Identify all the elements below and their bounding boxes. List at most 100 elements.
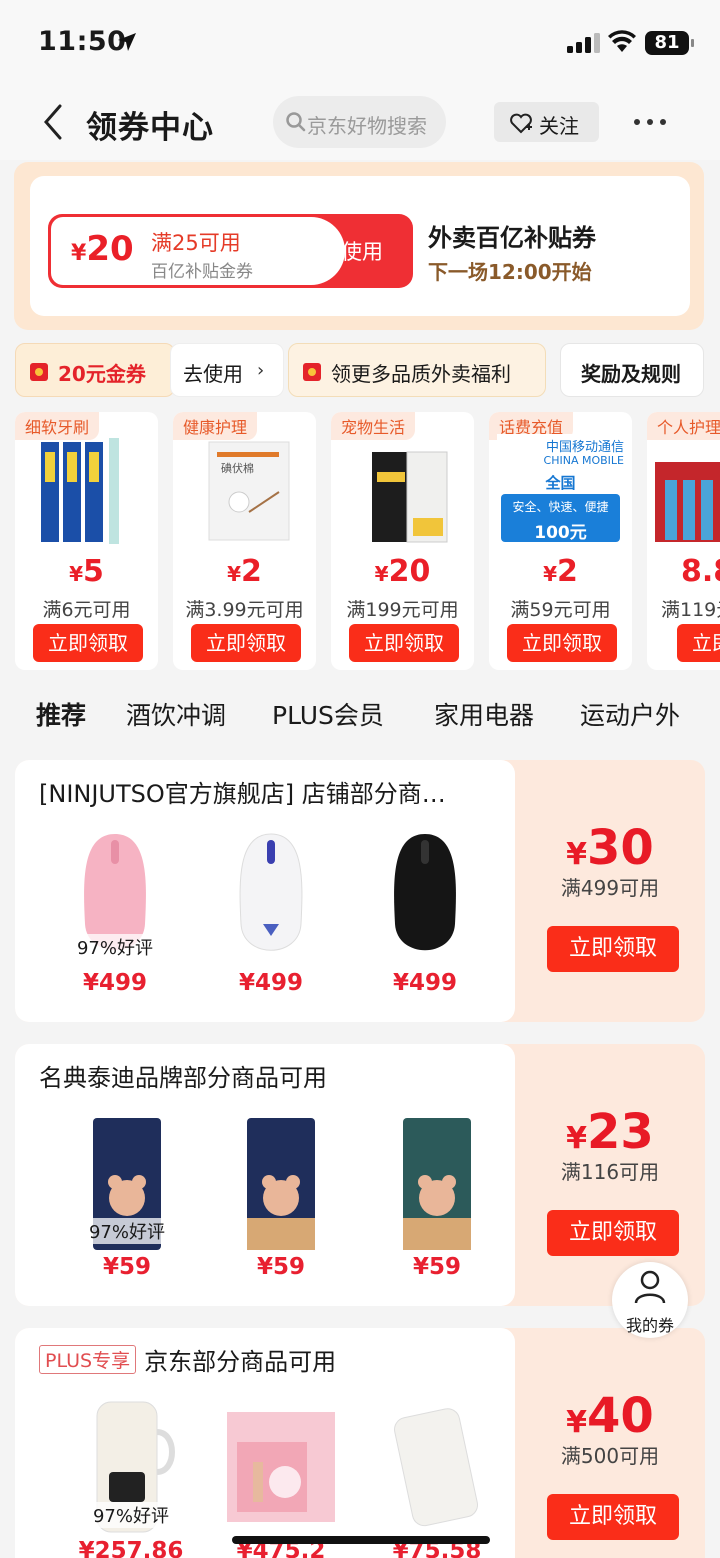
gold-coupon-pill[interactable]: 20元金券 <box>15 343 175 397</box>
coupon-condition: 满6元可用 <box>42 599 131 621</box>
use-label: 去使用 <box>183 362 243 386</box>
shop-name: [NINJUTSO官方旗舰店] 店铺部分商… <box>39 780 446 808</box>
plus-exclusive-badge: PLUS专享 <box>39 1345 137 1374</box>
black-mouse-image <box>394 834 456 951</box>
search-icon <box>286 112 306 132</box>
product-price: ¥499 <box>392 970 457 996</box>
claim-button[interactable]: 立即领取 <box>547 1210 679 1256</box>
tab-appliances[interactable]: 家用电器 <box>434 696 534 732</box>
shop-coupon-card[interactable]: PLUS专享 京东部分商品可用 97%好评 ¥257.86 ¥475.2 ¥75.… <box>15 1328 705 1558</box>
more-menu-icon[interactable] <box>630 110 670 134</box>
shop-coupon-card[interactable]: 名典泰迪品牌部分商品可用 97%好评 ¥59 ¥59 ¥59 ¥23 满116可… <box>15 1044 705 1306</box>
toothpaste-product-image <box>655 462 720 542</box>
banner-title: 外卖百亿补贴券 <box>428 224 596 252</box>
coupon-amount: ¥40 <box>566 1388 654 1444</box>
shop-name: 名典泰迪品牌部分商品可用 <box>39 1064 327 1092</box>
product-item[interactable]: ¥59 <box>221 1108 341 1294</box>
heart-plus-icon <box>510 113 532 134</box>
follow-button[interactable]: 关注 <box>494 102 599 142</box>
product-item[interactable]: ¥75.58 <box>377 1392 497 1558</box>
more-welfare-label: 领更多品质外卖福利 <box>331 362 511 386</box>
coupon-amount: ¥23 <box>566 1104 654 1160</box>
search-box[interactable]: 京东好物搜索 <box>273 96 446 148</box>
coupon-use-button[interactable]: 去使用 <box>320 236 383 266</box>
tab-plus-member[interactable]: PLUS会员 <box>272 696 384 732</box>
pet-food-product-image <box>372 451 448 543</box>
cellular-signal-icon <box>567 33 600 53</box>
coupon-condition: 满199元可用 <box>346 599 459 621</box>
my-coupons-label: 我的券 <box>625 1316 674 1335</box>
power-bank-image <box>394 1408 479 1527</box>
coupon-amount: ¥2 <box>227 554 262 589</box>
red-packet-icon <box>303 363 321 381</box>
home-indicator[interactable] <box>232 1536 490 1544</box>
china-mobile-logo-en: CHINA MOBILE <box>543 454 624 467</box>
status-time: 11:50 <box>38 26 127 57</box>
product-item[interactable]: ¥499 <box>211 824 331 1010</box>
product-item[interactable]: ¥499 <box>365 824 485 1010</box>
rules-button[interactable]: 奖励及规则 <box>560 343 704 397</box>
battery-indicator: 81 <box>645 31 694 55</box>
white-mouse-image <box>239 833 303 951</box>
mini-coupon-card[interactable]: 个人护理 8.8 满119元可用 立即领取 <box>647 412 720 670</box>
product-item[interactable]: 97%好评 ¥499 <box>55 824 175 1010</box>
tab-recommend[interactable]: 推荐 <box>36 696 86 732</box>
user-icon <box>634 1270 666 1304</box>
use-coupon-pill[interactable]: 去使用 › <box>170 343 284 397</box>
cosmetic-gift-box-image <box>227 1412 335 1522</box>
product-item[interactable]: 97%好评 ¥257.86 <box>71 1392 191 1558</box>
product-price: ¥59 <box>102 1254 151 1280</box>
rating: 97%好评 <box>67 1218 187 1244</box>
location-arrow-icon <box>118 33 136 51</box>
product-item[interactable]: 97%好评 ¥59 <box>67 1108 187 1294</box>
coupon-amount: ¥5 <box>69 554 104 589</box>
product-item[interactable]: ¥475.2 <box>221 1392 341 1558</box>
shop-products: PLUS专享 京东部分商品可用 97%好评 ¥257.86 ¥475.2 ¥75.… <box>15 1328 515 1558</box>
coupon-subtitle: 百亿补贴金券 <box>151 262 253 282</box>
rating: 97%好评 <box>55 934 175 960</box>
subsidy-coupon[interactable]: ¥20 满25可用 百亿补贴金券 去使用 <box>48 214 413 288</box>
toothbrush-product-image <box>41 438 119 544</box>
diaper-pack-image <box>403 1118 471 1250</box>
more-welfare-pill[interactable]: 领更多品质外卖福利 <box>288 343 546 397</box>
coupon-amount: ¥2 <box>543 554 578 589</box>
search-placeholder: 京东好物搜索 <box>307 114 427 138</box>
coupon-condition: 满59元可用 <box>510 599 611 621</box>
product-price: ¥59 <box>412 1254 461 1280</box>
coupon-condition: 满500可用 <box>560 1444 660 1468</box>
diaper-pack-image <box>247 1118 315 1250</box>
page-title: 领券中心 <box>86 110 214 146</box>
claim-button[interactable]: 立即领取 <box>349 624 459 662</box>
coupon-amount: ¥20 <box>374 554 431 589</box>
product-item[interactable]: ¥59 <box>377 1108 497 1294</box>
claim-button[interactable]: 立即领取 <box>677 624 720 662</box>
coupon-body: ¥20 满25可用 百亿补贴金券 <box>51 217 345 285</box>
top-area: 11:50 81 领券中心 京东好物搜索 关注 <box>0 0 720 160</box>
claim-button[interactable]: 立即领取 <box>191 624 301 662</box>
claim-button[interactable]: 立即领取 <box>547 926 679 972</box>
nav-bar: 领券中心 京东好物搜索 关注 <box>0 92 720 154</box>
recharge-slogan: 安全、快速、便捷 <box>512 500 609 514</box>
chevron-right-icon: › <box>257 360 265 381</box>
rating: 97%好评 <box>71 1502 191 1528</box>
shop-coupon-card[interactable]: [NINJUTSO官方旗舰店] 店铺部分商… 97%好评 ¥499 ¥499 ¥… <box>15 760 705 1022</box>
claim-button[interactable]: 立即领取 <box>507 624 617 662</box>
product-label: 碘伏棉 <box>221 462 254 475</box>
mini-coupon-card[interactable]: 健康护理 碘伏棉 ¥2 满3.99元可用 立即领取 <box>173 412 316 670</box>
tab-drinks[interactable]: 酒饮冲调 <box>126 696 226 732</box>
category-tabs: 推荐 酒饮冲调 PLUS会员 家用电器 运动户外 <box>0 690 720 738</box>
my-coupons-button[interactable]: 我的券 <box>612 1262 688 1338</box>
claim-button[interactable]: 立即领取 <box>33 624 143 662</box>
china-mobile-logo-text: 中国移动通信 <box>545 440 624 455</box>
mini-coupon-card[interactable]: 话费充值 中国移动通信 CHINA MOBILE 全国 安全、快速、便捷 100… <box>489 412 632 670</box>
mini-coupon-card[interactable]: 宠物生活 ¥20 满199元可用 立即领取 <box>331 412 474 670</box>
shop-products: [NINJUTSO官方旗舰店] 店铺部分商… 97%好评 ¥499 ¥499 ¥… <box>15 760 515 1022</box>
mini-coupon-card[interactable]: 细软牙刷 ¥5 满6元可用 立即领取 <box>15 412 158 670</box>
tab-outdoor[interactable]: 运动户外 <box>580 696 680 732</box>
recharge-amount: 100元 <box>534 523 587 543</box>
back-arrow-icon[interactable] <box>40 102 66 142</box>
coupon-condition: 满116可用 <box>560 1160 660 1184</box>
nationwide-label: 全国 <box>545 474 576 492</box>
coupon-condition: 满499可用 <box>560 876 660 900</box>
claim-button[interactable]: 立即领取 <box>547 1494 679 1540</box>
